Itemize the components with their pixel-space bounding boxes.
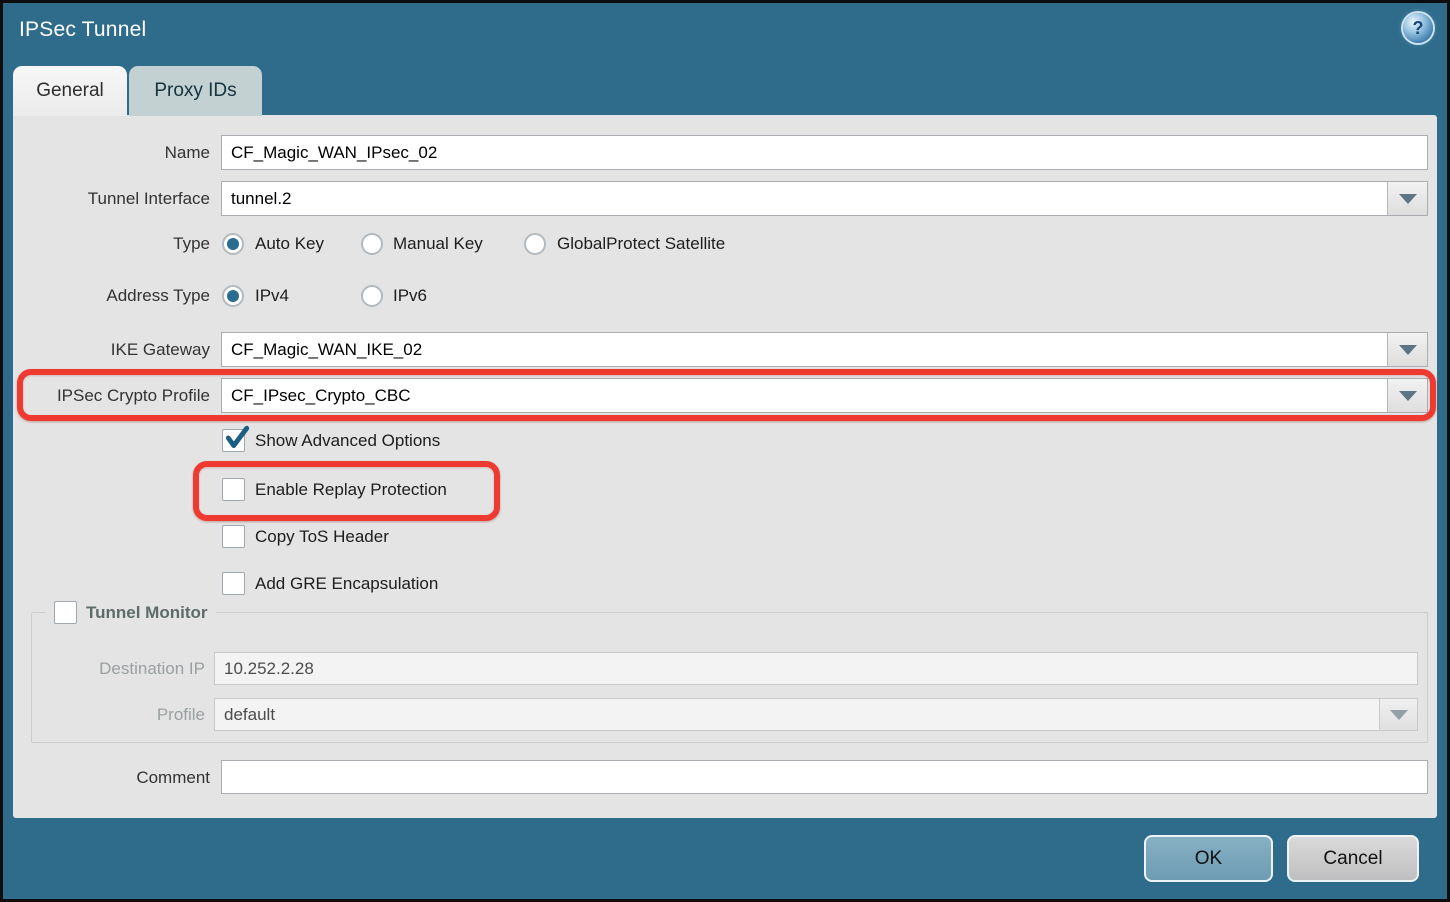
name-label: Name: [13, 135, 210, 170]
tab-proxy-ids-label: Proxy IDs: [154, 80, 236, 101]
radio-auto-key-label: Auto Key: [255, 233, 324, 255]
tunnel-interface-dropdown-trigger[interactable]: [1387, 182, 1427, 215]
checkbox-show-advanced-options[interactable]: [222, 429, 245, 452]
checkbox-copy-tos-header[interactable]: [222, 525, 245, 548]
ipsec-crypto-profile-dropdown-trigger[interactable]: [1387, 379, 1427, 412]
ipsec-crypto-profile-label: IPSec Crypto Profile: [13, 378, 210, 413]
ipsec-crypto-profile-input[interactable]: [222, 379, 1387, 412]
comment-input[interactable]: [221, 760, 1428, 794]
tunnel-monitor-fieldset: Tunnel Monitor Destination IP Profile: [31, 612, 1428, 743]
comment-label: Comment: [13, 760, 210, 795]
chevron-down-icon: [1399, 194, 1417, 204]
checkbox-show-advanced-options-label: Show Advanced Options: [255, 429, 440, 452]
profile-combo: [214, 698, 1418, 731]
radio-ipv4-label: IPv4: [255, 285, 289, 307]
tunnel-interface-combo: [221, 181, 1428, 216]
checkbox-copy-tos-header-label: Copy ToS Header: [255, 525, 389, 548]
profile-label: Profile: [32, 698, 205, 731]
checkmark-icon: [224, 425, 250, 451]
checkbox-enable-replay-protection-label: Enable Replay Protection: [255, 478, 447, 501]
cancel-button[interactable]: Cancel: [1287, 835, 1419, 882]
dialog-title: IPSec Tunnel: [19, 18, 146, 42]
radio-ipv6-label: IPv6: [393, 285, 427, 307]
type-label: Type: [13, 233, 210, 255]
tunnel-monitor-label: Tunnel Monitor: [86, 603, 208, 623]
chevron-down-icon: [1399, 391, 1417, 401]
checkbox-tunnel-monitor[interactable]: [54, 601, 77, 624]
tunnel-interface-label: Tunnel Interface: [13, 181, 210, 216]
help-icon[interactable]: ?: [1403, 13, 1433, 43]
profile-dropdown-trigger[interactable]: [1379, 699, 1417, 730]
radio-globalprotect-satellite-label: GlobalProtect Satellite: [557, 233, 725, 255]
profile-input[interactable]: [215, 699, 1379, 730]
ike-gateway-dropdown-trigger[interactable]: [1387, 333, 1427, 366]
chevron-down-icon: [1399, 345, 1417, 355]
destination-ip-input[interactable]: [214, 652, 1418, 685]
destination-ip-label: Destination IP: [32, 652, 205, 685]
tunnel-interface-input[interactable]: [222, 182, 1387, 215]
radio-manual-key[interactable]: [361, 233, 383, 255]
tab-general[interactable]: General: [13, 66, 127, 116]
tunnel-monitor-legend: Tunnel Monitor: [46, 601, 216, 624]
checkbox-add-gre-encapsulation-label: Add GRE Encapsulation: [255, 572, 438, 595]
tab-proxy-ids[interactable]: Proxy IDs: [129, 66, 262, 116]
checkbox-enable-replay-protection[interactable]: [222, 478, 245, 501]
ipsec-tunnel-dialog: IPSec Tunnel ? General Proxy IDs Name Tu…: [0, 0, 1450, 902]
name-input[interactable]: [221, 135, 1428, 170]
ike-gateway-combo: [221, 332, 1428, 367]
radio-auto-key[interactable]: [222, 233, 244, 255]
radio-ipv4[interactable]: [222, 285, 244, 307]
ike-gateway-input[interactable]: [222, 333, 1387, 366]
radio-manual-key-label: Manual Key: [393, 233, 483, 255]
chevron-down-icon: [1390, 710, 1408, 720]
radio-globalprotect-satellite[interactable]: [524, 233, 546, 255]
ok-button[interactable]: OK: [1144, 835, 1273, 882]
general-tab-panel: Name Tunnel Interface Type Auto Key Manu…: [13, 115, 1437, 818]
radio-ipv6[interactable]: [361, 285, 383, 307]
address-type-label: Address Type: [13, 285, 210, 307]
ike-gateway-label: IKE Gateway: [13, 332, 210, 367]
checkbox-add-gre-encapsulation[interactable]: [222, 572, 245, 595]
tab-general-label: General: [36, 80, 104, 101]
ipsec-crypto-profile-combo: [221, 378, 1428, 413]
